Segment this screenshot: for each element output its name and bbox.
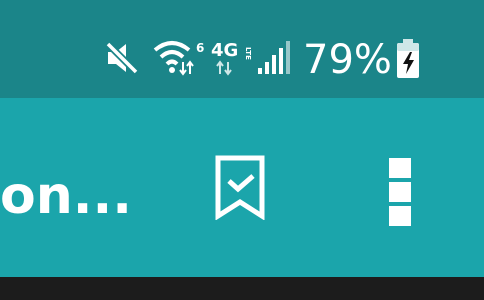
phone-screen: 6 4G LTE 79% on... xyxy=(0,0,484,300)
signal-icon xyxy=(256,38,292,78)
battery-charging-icon xyxy=(393,38,423,80)
wifi-icon: 6 xyxy=(152,38,204,78)
wifi-badge: 6 xyxy=(196,41,204,55)
bookmark-button[interactable] xyxy=(200,140,284,236)
battery-percentage: 79% xyxy=(303,37,392,83)
lte-icon: 4G LTE xyxy=(210,38,258,78)
page-title: on... xyxy=(0,166,133,226)
network-label: 4G xyxy=(211,40,238,61)
bookmark-check-icon xyxy=(215,155,265,220)
network-sub-label: LTE xyxy=(244,47,252,60)
content-area xyxy=(0,277,484,300)
mute-icon xyxy=(104,40,140,76)
app-bar: on... xyxy=(0,98,484,277)
more-options-button[interactable] xyxy=(370,140,430,236)
status-bar: 6 4G LTE 79% xyxy=(0,0,484,98)
